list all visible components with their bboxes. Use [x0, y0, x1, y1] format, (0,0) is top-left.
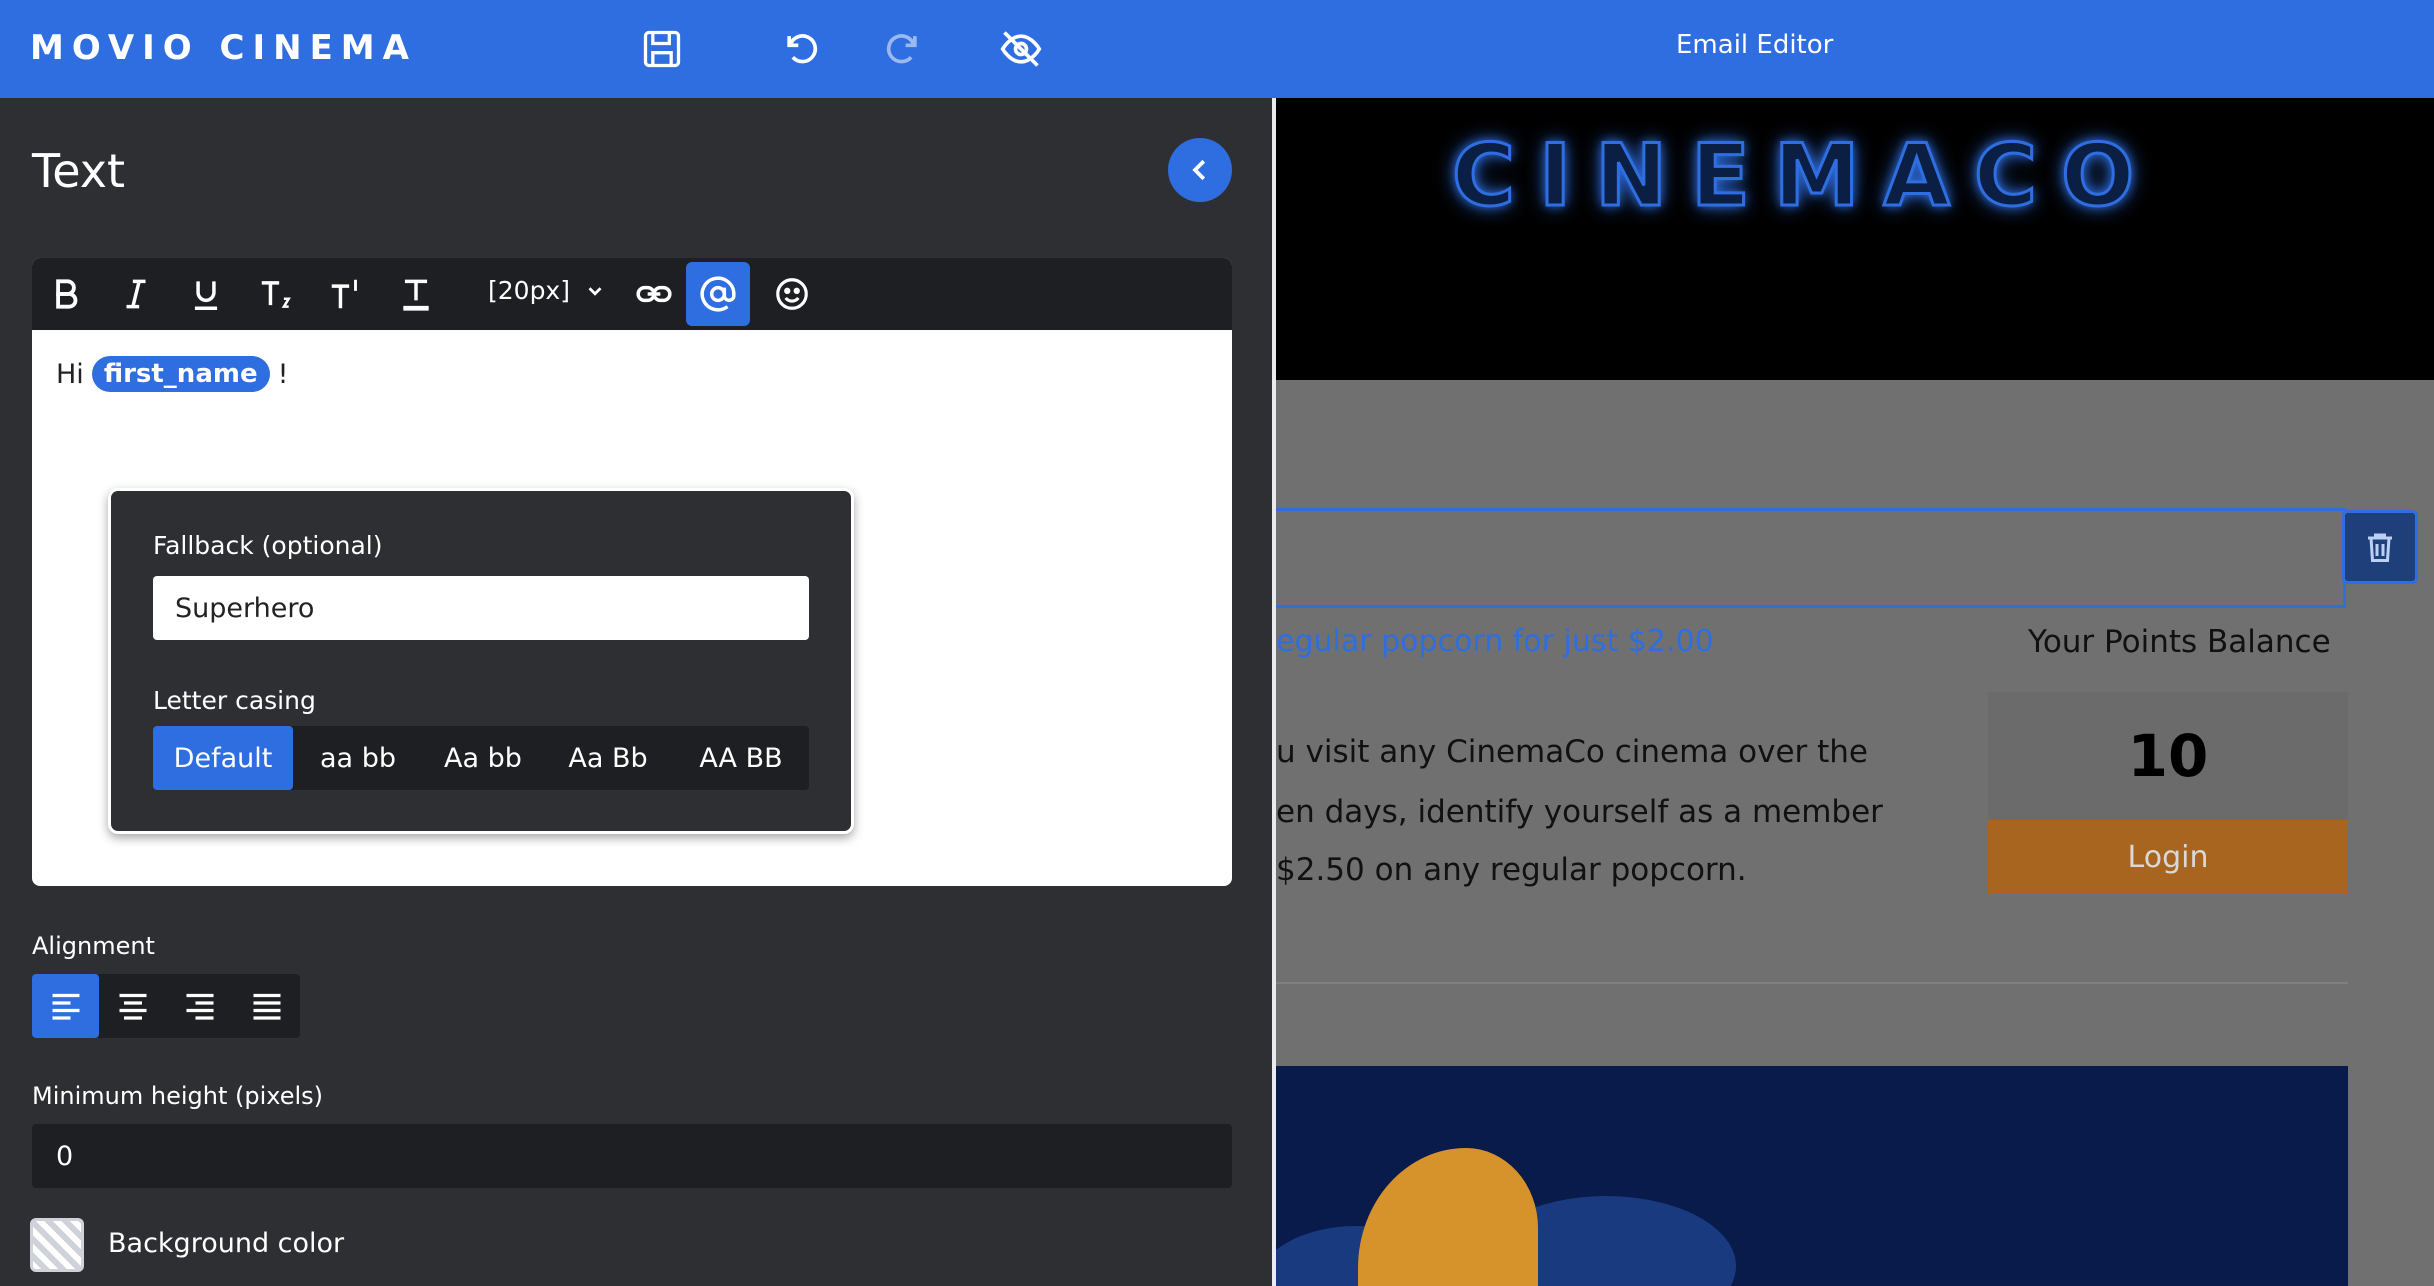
casing-option-default[interactable]: Default — [153, 726, 293, 790]
top-bar: MOVIO CINEMA Email Editor — [0, 0, 2434, 98]
offer-link-text[interactable]: egular popcorn for just $2.00 — [1276, 624, 1714, 659]
points-value: 10 — [2127, 722, 2209, 790]
min-height-value: 0 — [56, 1140, 74, 1172]
text-color-button[interactable] — [384, 262, 448, 326]
email-preview: CINEMACO egular popcorn for just $2.00 Y… — [1276, 98, 2434, 1286]
casing-option-sentence[interactable]: Aa bb — [423, 726, 543, 790]
letter-casing-label: Letter casing — [153, 686, 316, 715]
letter-casing-selector: Default aa bb Aa bb Aa Bb AA BB — [153, 726, 809, 790]
background-color-label: Background color — [108, 1228, 345, 1259]
link-button[interactable] — [622, 262, 686, 326]
align-left-button[interactable] — [32, 974, 99, 1038]
italic-button[interactable] — [104, 262, 168, 326]
align-right-icon — [186, 993, 213, 1020]
bold-icon — [56, 279, 78, 309]
align-justify-icon — [253, 993, 280, 1020]
brand-logo: MOVIO CINEMA — [30, 28, 417, 68]
points-balance-box: 10 — [1988, 692, 2348, 820]
font-size-select[interactable]: [20px] — [488, 276, 606, 305]
align-center-icon — [119, 993, 146, 1020]
editor-toolbar: [20px] — [32, 258, 1232, 330]
fallback-input[interactable] — [153, 576, 809, 640]
cinemaco-logo: CINEMACO — [1450, 125, 2159, 228]
at-sign-icon — [700, 276, 736, 312]
token-options-popover: Fallback (optional) Letter casing Defaul… — [108, 488, 854, 834]
casing-option-uppercase[interactable]: AA BB — [673, 726, 809, 790]
trash-icon — [2368, 533, 2392, 562]
editor-title: Email Editor — [1676, 30, 1834, 60]
subscript-icon — [261, 281, 291, 308]
login-button[interactable]: Login — [1988, 820, 2348, 894]
superscript-button[interactable] — [314, 262, 378, 326]
body-text-line: $2.50 on any regular popcorn. — [1276, 852, 1747, 888]
chevron-left-icon — [1192, 159, 1206, 181]
background-color-swatch[interactable] — [30, 1218, 84, 1272]
align-right-button[interactable] — [166, 974, 233, 1038]
delete-block-button[interactable] — [2342, 510, 2418, 584]
font-size-value: [20px] — [488, 276, 570, 305]
italic-icon — [126, 279, 146, 309]
alignment-selector — [32, 974, 300, 1038]
text-color-icon — [403, 279, 429, 311]
underline-button[interactable] — [174, 262, 238, 326]
redo-icon[interactable] — [875, 22, 929, 76]
header-banner: CINEMACO — [1276, 98, 2434, 380]
smiley-icon — [776, 278, 808, 310]
body-text-line: u visit any CinemaCo cinema over the — [1276, 734, 1868, 770]
min-height-input[interactable]: 0 — [32, 1124, 1232, 1188]
align-left-icon — [52, 993, 79, 1020]
min-height-label: Minimum height (pixels) — [32, 1082, 324, 1110]
points-balance-heading: Your Points Balance — [2028, 624, 2331, 660]
greeting-text: Hi — [56, 358, 84, 390]
text-settings-panel: Text [20px] Hi first_name ! Fallback (op… — [0, 98, 1272, 1286]
editor-content[interactable]: Hi first_name ! — [56, 356, 288, 392]
casing-option-title[interactable]: Aa Bb — [543, 726, 673, 790]
exclamation-text: ! — [277, 358, 289, 390]
emoji-button[interactable] — [760, 262, 824, 326]
first-name-token[interactable]: first_name — [91, 356, 270, 392]
save-icon[interactable] — [635, 22, 689, 76]
align-center-button[interactable] — [99, 974, 166, 1038]
alignment-label: Alignment — [32, 932, 155, 960]
chevron-down-icon — [588, 286, 602, 296]
casing-option-lowercase[interactable]: aa bb — [293, 726, 423, 790]
body-text-line: en days, identify yourself as a member — [1276, 794, 1883, 830]
collapse-panel-button[interactable] — [1168, 138, 1232, 202]
align-justify-button[interactable] — [233, 974, 300, 1038]
undo-icon[interactable] — [775, 22, 829, 76]
selected-text-block[interactable] — [1276, 508, 2346, 608]
underline-icon — [194, 281, 218, 310]
link-icon — [636, 285, 672, 303]
mascot-illustration — [1358, 1148, 1538, 1286]
superscript-icon — [331, 279, 357, 309]
panel-title: Text — [32, 144, 126, 198]
personalization-button[interactable] — [686, 262, 750, 326]
hide-preview-icon[interactable] — [994, 22, 1048, 76]
subscript-button[interactable] — [244, 262, 308, 326]
bold-button[interactable] — [34, 262, 98, 326]
fallback-label: Fallback (optional) — [153, 531, 383, 560]
promo-banner — [1276, 1066, 2348, 1286]
divider-line — [1276, 982, 2348, 984]
